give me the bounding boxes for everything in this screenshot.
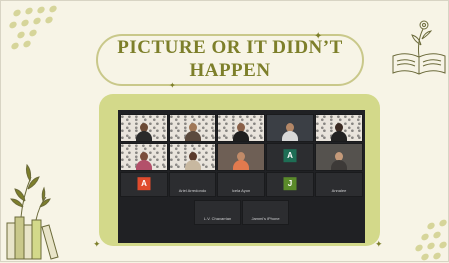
slide-title: PICTURE OR IT DIDN’T HAPPEN <box>96 36 364 82</box>
participant-tile: A <box>266 143 314 171</box>
participant-tile <box>315 143 363 171</box>
slide-title-line-1: PICTURE OR IT DIDN’T <box>117 37 343 58</box>
participant-name: Ariel Arredondo <box>178 188 207 193</box>
participant-tile <box>315 114 363 142</box>
participant-tile <box>217 114 265 142</box>
open-book-flower-icon <box>392 20 446 75</box>
participant-tile: J <box>266 172 314 197</box>
participant-name: Annalee <box>331 188 347 193</box>
video-call-screenshot: A A Ariel Arredondo Icela Ayon J Annalee… <box>118 110 365 243</box>
participant-tile <box>120 143 168 171</box>
participant-tile <box>169 143 216 171</box>
leaf-dots-icon <box>415 219 447 261</box>
participant-tile <box>217 143 265 171</box>
presentation-slide: PICTURE OR IT DIDN’T HAPPEN ✦ ✦ ✦ ✦ A A … <box>0 0 449 262</box>
participant-tile: Annalee <box>315 172 363 197</box>
participant-tile: Jammi's iPhone <box>242 200 289 225</box>
participant-name: Jammi's iPhone <box>251 216 280 221</box>
participant-avatar: A <box>137 176 151 190</box>
sparkle-icon: ✦ <box>314 31 323 42</box>
participant-name: Icela Ayon <box>231 188 251 193</box>
participant-tile: Icela Ayon <box>217 172 265 197</box>
participant-name: L.V. Chavarrian <box>203 216 232 221</box>
participant-tile: L.V. Chavarrian <box>194 200 241 225</box>
participant-tile: Ariel Arredondo <box>169 172 216 197</box>
slide-title-line-2: HAPPEN <box>189 60 271 81</box>
sparkle-icon: ✦ <box>93 239 101 249</box>
leaf-dots-icon <box>9 5 57 50</box>
participant-avatar: A <box>283 149 297 163</box>
participant-tile: A <box>120 172 168 197</box>
book-stack-plant-icon <box>6 163 59 260</box>
participant-tile <box>266 114 314 142</box>
participant-tile <box>120 114 168 142</box>
sparkle-icon: ✦ <box>169 81 176 90</box>
participant-tile <box>169 114 216 142</box>
participant-avatar: J <box>283 176 297 190</box>
